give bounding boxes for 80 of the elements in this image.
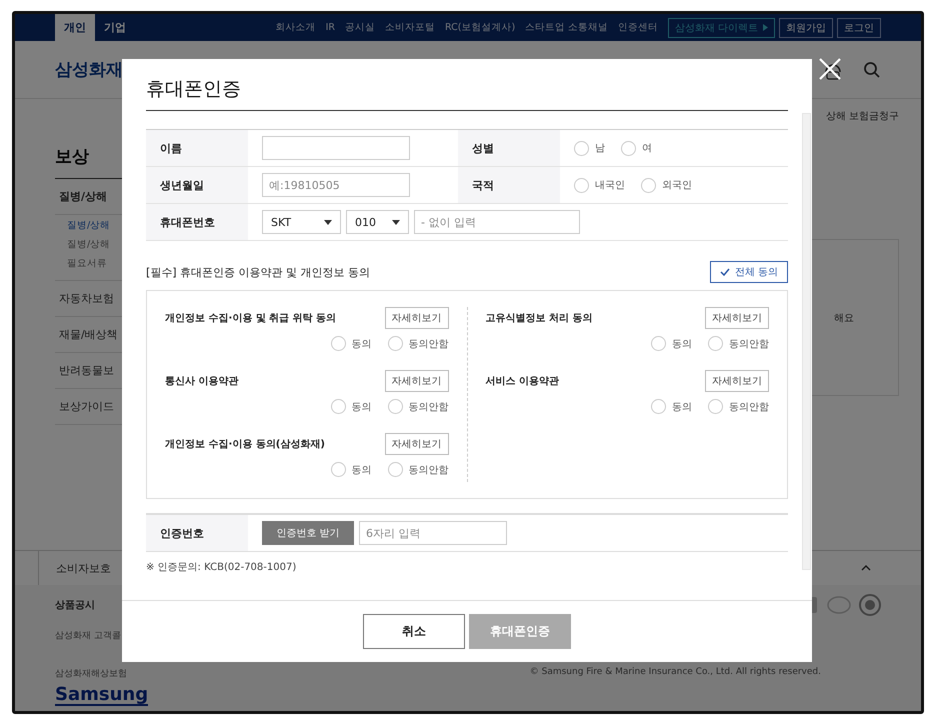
radio-option[interactable]: 동의안함 [388, 399, 448, 414]
prefix-dropdown[interactable]: 010 [346, 210, 409, 234]
consent-item-label: 개인정보 수집·이용 및 취급 위탁 동의 [165, 312, 336, 325]
nav-button[interactable]: 회원가입 [779, 18, 833, 38]
radio-option[interactable]: 동의 [330, 336, 372, 351]
field-label: 이름 [146, 130, 248, 166]
sidebar-item[interactable]: 반려동물보 [55, 353, 123, 388]
field-label: 휴대폰번호 [146, 204, 248, 240]
detail-button[interactable]: 자세히보기 [384, 433, 448, 455]
dialog-title: 휴대폰인증 [146, 76, 241, 102]
field-label: 생년월일 [146, 167, 248, 203]
field-label: 인증번호 [146, 515, 248, 551]
sidebar-subitem[interactable]: 질병/상해 [67, 219, 123, 232]
text-field[interactable] [262, 136, 410, 160]
code-field[interactable]: 6자리 입력 [359, 521, 507, 545]
nav-link[interactable]: IR [326, 22, 335, 33]
nav-link[interactable]: 공시실 [345, 21, 375, 34]
detail-button[interactable]: 자세히보기 [705, 307, 769, 329]
radio-option[interactable]: 동의 [330, 462, 372, 477]
sidebar-subitem[interactable]: 질병/상해 [67, 238, 123, 251]
sidebar-item[interactable]: 재물/배상책 [55, 317, 123, 352]
sidebar-item[interactable]: 자동차보험 [55, 281, 123, 316]
logo-text[interactable]: 삼성화재 [55, 58, 123, 81]
search-icon[interactable] [863, 60, 881, 78]
radio-option[interactable]: 동의안함 [388, 462, 448, 477]
radio-option[interactable]: 남 [574, 140, 605, 156]
radio-option[interactable]: 동의안함 [708, 336, 769, 351]
caret-icon [763, 24, 768, 31]
certification-badge-icon [859, 594, 881, 616]
nav-tab[interactable]: 개인 [55, 14, 95, 41]
text-field[interactable]: 예:19810505 [262, 173, 410, 197]
nav-link[interactable]: 소비자포털 [385, 21, 435, 34]
consent-item-label: 개인정보 수집·이용 동의(삼성화재) [165, 438, 325, 451]
agree-all-button[interactable]: 전체 동의 [710, 261, 788, 283]
consent-item-label: 통신사 이용약관 [165, 375, 238, 388]
copyright-text: © Samsung Fire & Marine Insurance Co., Ltd. All rights reserved. [530, 667, 821, 679]
direct-button[interactable]: 삼성화재 다이렉트 [668, 18, 775, 38]
radio-option[interactable]: 동의 [330, 399, 372, 414]
radio-option[interactable]: 동의 [651, 399, 692, 414]
nav-link[interactable]: RC(보험설계사) [445, 21, 516, 34]
radio-option[interactable]: 내국인 [574, 178, 625, 192]
consent-item-label: 고유식별정보 처리 동의 [486, 312, 592, 325]
detail-button[interactable]: 자세히보기 [384, 307, 448, 329]
footer-link[interactable]: 상품공시 [55, 598, 95, 612]
nav-button[interactable]: 로그인 [837, 18, 881, 38]
dropdown-arrow-icon [392, 220, 400, 224]
certification-badge-icon [827, 595, 851, 615]
sidebar-subitem[interactable]: 필요서류 [67, 257, 123, 270]
nav-tab[interactable]: 기업 [95, 14, 135, 41]
consent-item-label: 서비스 이용약관 [486, 375, 559, 388]
checkmark-icon [720, 268, 730, 276]
sidebar-item[interactable]: 질병/상해 [55, 179, 123, 214]
get-code-button[interactable]: 인증번호 받기 [262, 521, 354, 545]
dropdown-arrow-icon [324, 220, 332, 224]
radio-option[interactable]: 동의안함 [708, 399, 769, 414]
nav-link[interactable]: 회사소개 [276, 21, 316, 34]
chevron-up-icon[interactable] [861, 565, 871, 571]
dialog-button[interactable]: 취소 [363, 614, 465, 649]
footer-text: 삼성화재 고객콜 [55, 630, 121, 642]
note-text: ※ 인증문의: KCB(02-708-1007) [146, 561, 298, 574]
field-label: 성별 [458, 130, 560, 166]
consent-title: [필수] 휴대폰인증 이용약관 및 개인정보 동의 [146, 264, 370, 280]
nav-link[interactable]: 스타트업 소통채널 [525, 21, 608, 34]
footer-logo: Samsung [55, 686, 148, 706]
sidebar-item[interactable]: 보상가이드 [55, 389, 123, 424]
radio-option[interactable]: 여 [621, 140, 652, 156]
radio-option[interactable]: 동의안함 [388, 336, 448, 351]
nav-link[interactable]: 인증센터 [618, 21, 658, 34]
detail-button[interactable]: 자세히보기 [384, 370, 448, 392]
carrier-dropdown[interactable]: SKT [262, 210, 341, 234]
content-text: 해요 [834, 312, 854, 324]
field-label: 국적 [458, 167, 560, 203]
radio-option[interactable]: 동의 [651, 336, 692, 351]
detail-button[interactable]: 자세히보기 [705, 370, 769, 392]
phone-number-field[interactable]: - 없이 입력 [414, 210, 580, 234]
close-icon[interactable] [818, 57, 842, 81]
radio-option[interactable]: 외국인 [641, 178, 692, 192]
scrollbar[interactable] [802, 113, 811, 570]
footer-text: 삼성화재해상보험 [55, 668, 127, 680]
breadcrumb: 상해 보험금청구 [826, 110, 899, 123]
